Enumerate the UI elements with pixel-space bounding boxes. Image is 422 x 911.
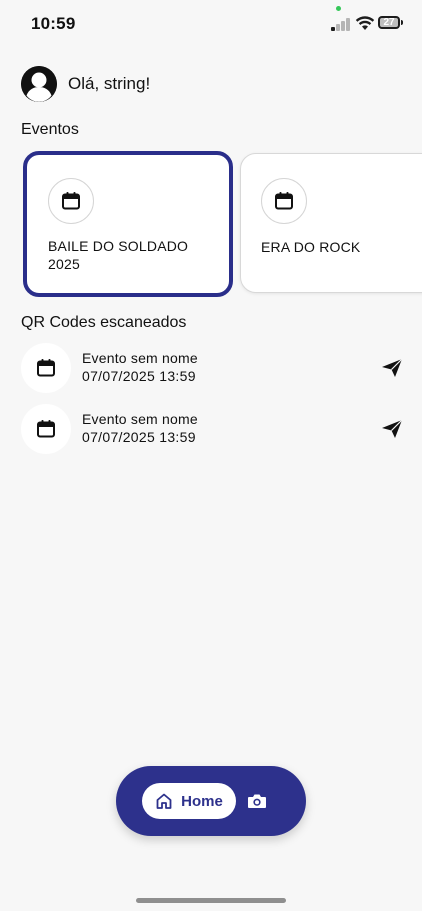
calendar-icon — [21, 343, 71, 393]
status-bar: 10:59 27 — [0, 0, 422, 50]
bottom-navigation: Home — [116, 766, 306, 836]
calendar-icon — [48, 178, 94, 224]
calendar-icon — [261, 178, 307, 224]
send-icon[interactable] — [379, 417, 405, 441]
scanned-item-title: Evento sem nome — [82, 350, 198, 366]
scanned-list-item[interactable]: Evento sem nome 07/07/2025 13:59 — [21, 404, 406, 454]
avatar-icon[interactable] — [21, 66, 57, 102]
calendar-icon — [21, 404, 71, 454]
event-card-title: BAILE DO SOLDADO 2025 — [48, 238, 189, 272]
privacy-indicator-dot — [336, 6, 341, 11]
scanned-list-item[interactable]: Evento sem nome 07/07/2025 13:59 — [21, 343, 406, 393]
app-screen: 10:59 27 Olá, string! Eventos BAILE DO S… — [0, 0, 422, 911]
nav-home-label: Home — [181, 792, 223, 810]
nav-home-button[interactable]: Home — [142, 783, 236, 819]
battery-icon: 27 — [378, 16, 404, 30]
home-icon — [155, 792, 173, 810]
scanned-item-date: 07/07/2025 13:59 — [82, 368, 196, 384]
status-time: 10:59 — [31, 14, 76, 33]
user-greeting: Olá, string! — [21, 66, 150, 102]
event-card-title: ERA DO ROCK — [261, 239, 361, 255]
camera-icon[interactable] — [246, 790, 268, 812]
scanned-item-title: Evento sem nome — [82, 411, 198, 427]
greeting-text: Olá, string! — [68, 74, 151, 93]
send-icon[interactable] — [379, 356, 405, 380]
wifi-icon — [355, 15, 375, 31]
home-indicator[interactable] — [136, 898, 286, 903]
events-carousel[interactable]: BAILE DO SOLDADO 2025 ERA DO ROCK — [0, 150, 422, 302]
event-card[interactable]: ERA DO ROCK — [240, 153, 422, 293]
events-section-title: Eventos — [21, 121, 79, 138]
battery-level: 27 — [383, 17, 395, 28]
scanned-item-date: 07/07/2025 13:59 — [82, 429, 196, 445]
cellular-signal-icon — [331, 17, 353, 31]
event-card-selected[interactable]: BAILE DO SOLDADO 2025 — [23, 151, 233, 297]
scanned-section-title: QR Codes escaneados — [21, 314, 187, 331]
